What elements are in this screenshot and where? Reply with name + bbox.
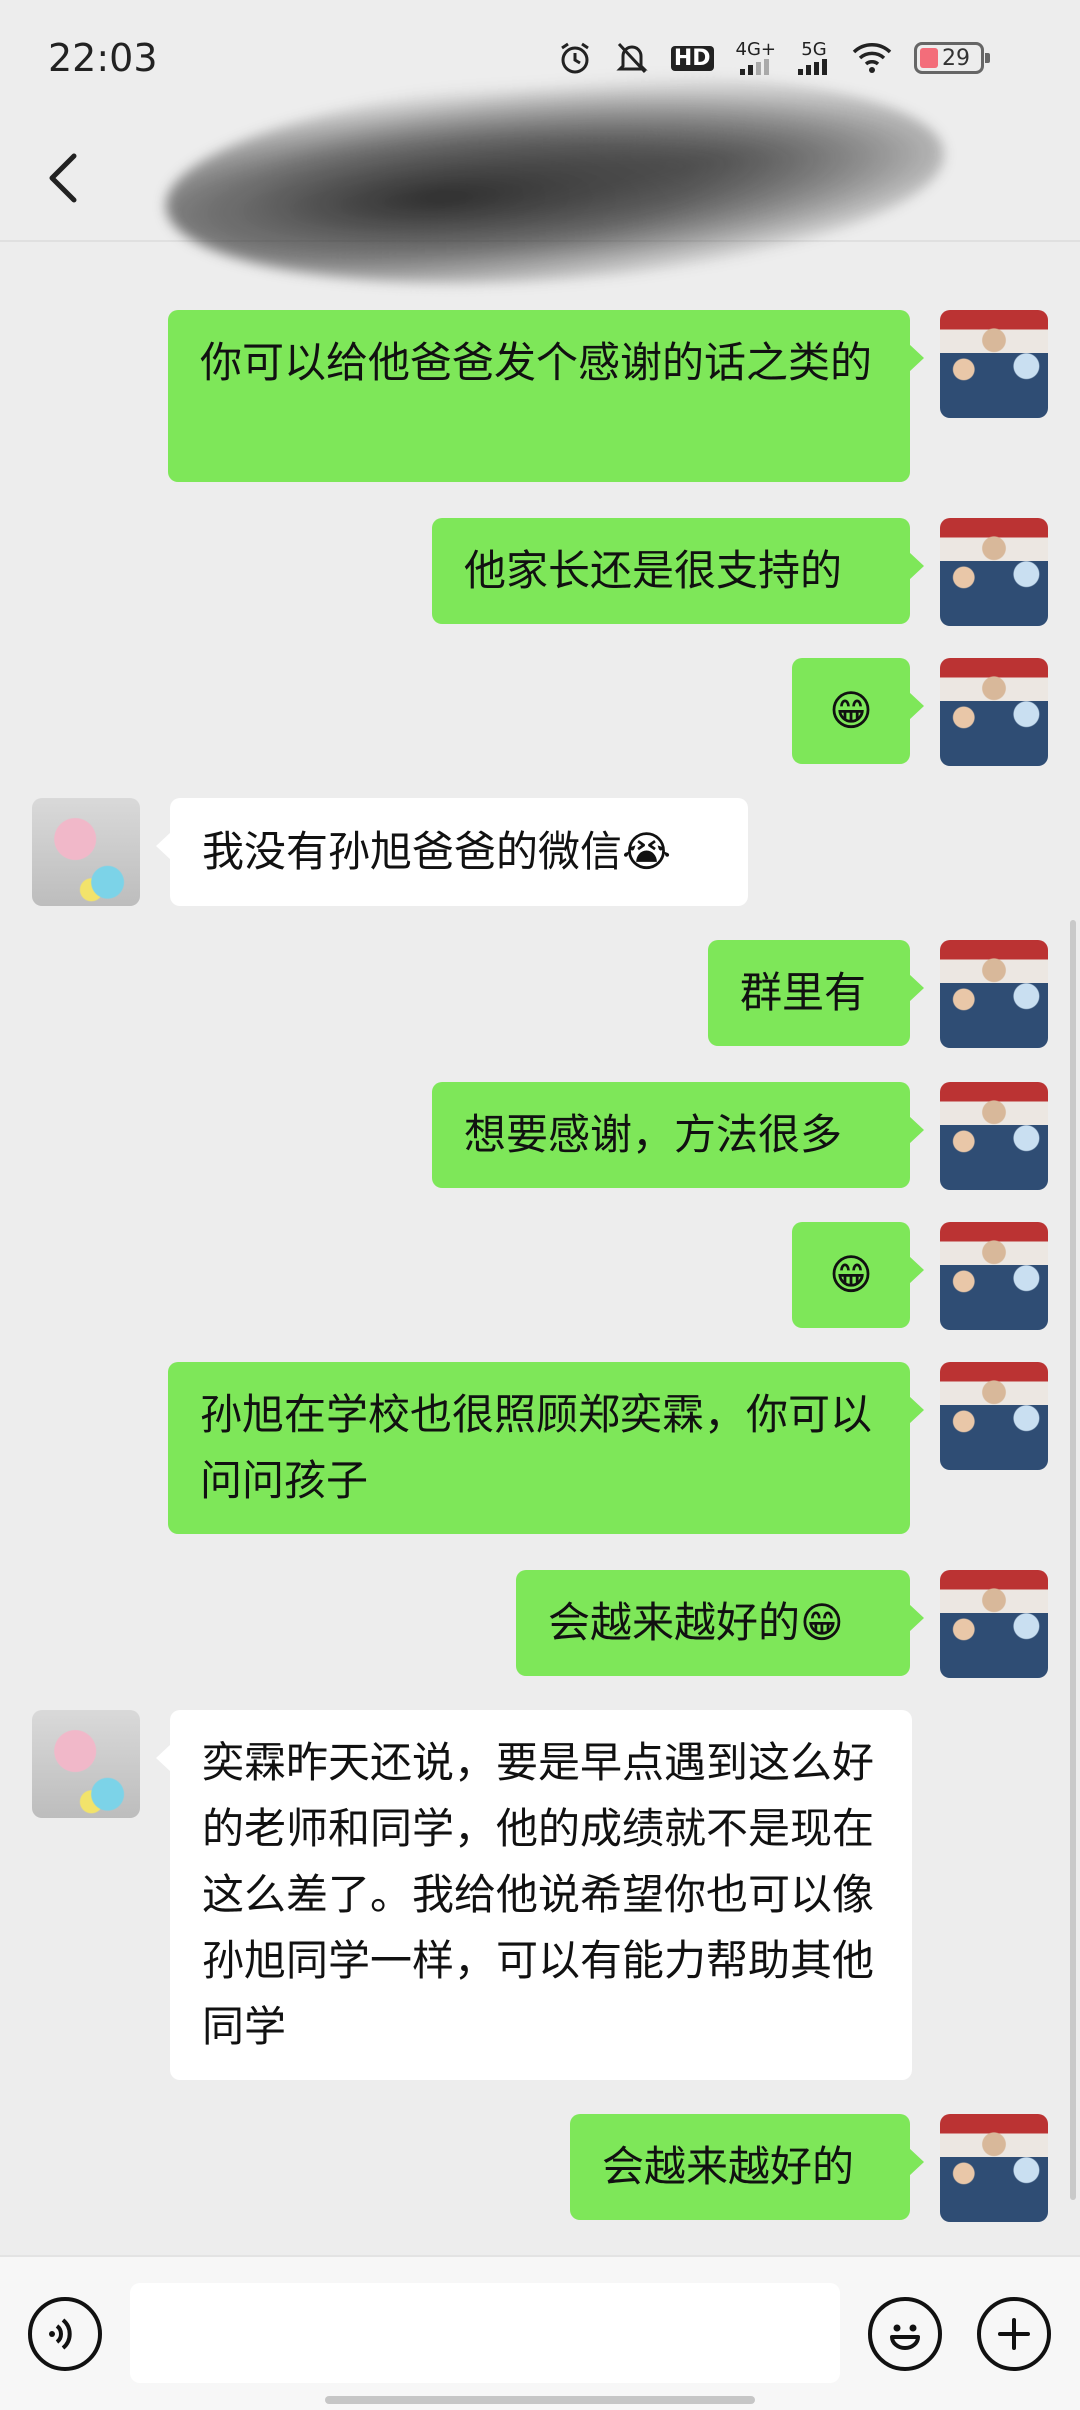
message-bubble[interactable]: 😁 <box>792 658 924 764</box>
signal-5g-icon: 5G <box>798 38 830 78</box>
status-time: 22:03 <box>48 36 158 80</box>
self-avatar[interactable] <box>940 2114 1048 2222</box>
self-avatar[interactable] <box>940 1222 1048 1330</box>
self-avatar[interactable] <box>940 1082 1048 1190</box>
message-bubble[interactable]: 想要感谢，方法很多 <box>432 1082 924 1188</box>
message-bubble[interactable]: 奕霖昨天还说，要是早点遇到这么好的老师和同学，他的成绩就不是现在这么差了。我给他… <box>156 1710 912 2080</box>
message-text: 孙旭在学校也很照顾郑奕霖，你可以问问孩子 <box>200 1390 873 1505</box>
plus-icon[interactable] <box>977 2297 1051 2371</box>
message-bubble[interactable]: 群里有 <box>708 940 924 1046</box>
voice-icon[interactable] <box>28 2297 102 2371</box>
chevron-left-icon[interactable] <box>30 142 100 212</box>
contact-avatar[interactable] <box>32 798 140 906</box>
message-bubble[interactable]: 我没有孙旭爸爸的微信😭 <box>156 798 748 906</box>
wifi-icon <box>852 38 892 78</box>
message-bubble[interactable]: 😁 <box>792 1222 924 1328</box>
message-bubble[interactable]: 你可以给他爸爸发个感谢的话之类的 <box>168 310 924 482</box>
self-avatar[interactable] <box>940 1570 1048 1678</box>
hd-icon: HD <box>670 38 714 78</box>
grinning-emoji: 😁 <box>829 686 873 735</box>
input-bar <box>0 2255 1080 2410</box>
self-avatar[interactable] <box>940 940 1048 1048</box>
scrollbar[interactable] <box>1070 920 1076 2200</box>
home-indicator[interactable] <box>325 2396 755 2404</box>
self-avatar[interactable] <box>940 310 1048 418</box>
message-bubble[interactable]: 孙旭在学校也很照顾郑奕霖，你可以问问孩子 <box>168 1362 924 1534</box>
message-text: 会越来越好的 <box>602 2142 855 2191</box>
mute-bell-icon <box>615 38 649 78</box>
emoji-icon[interactable] <box>868 2297 942 2371</box>
self-avatar[interactable] <box>940 1362 1048 1470</box>
message-text: 他家长还是很支持的 <box>464 546 843 595</box>
message-text: 群里有 <box>740 968 867 1017</box>
message-bubble[interactable]: 会越来越好的 <box>570 2114 924 2220</box>
network-label-4g: 4G+ <box>735 39 776 60</box>
message-text: 会越来越好的😁 <box>548 1598 844 1647</box>
self-avatar[interactable] <box>940 518 1048 626</box>
status-icons: HD 4G+ 5G 29 <box>557 38 990 78</box>
message-bubble[interactable]: 会越来越好的😁 <box>516 1570 924 1676</box>
signal-4g-icon: 4G+ <box>736 38 776 78</box>
message-input[interactable] <box>130 2283 840 2383</box>
self-avatar[interactable] <box>940 658 1048 766</box>
message-text: 我没有孙旭爸爸的微信😭 <box>202 827 672 876</box>
message-text: 你可以给他爸爸发个感谢的话之类的 <box>200 338 873 387</box>
grinning-emoji: 😁 <box>829 1250 873 1299</box>
alarm-icon <box>557 38 593 78</box>
hd-label: HD <box>670 45 714 71</box>
message-bubble[interactable]: 他家长还是很支持的 <box>432 518 924 624</box>
battery-level: 29 <box>942 45 970 71</box>
contact-avatar[interactable] <box>32 1710 140 1818</box>
message-text: 奕霖昨天还说，要是早点遇到这么好的老师和同学，他的成绩就不是现在这么差了。我给他… <box>202 1738 875 2051</box>
battery-icon: 29 <box>914 42 990 74</box>
network-label-5g: 5G <box>801 39 827 60</box>
message-text: 想要感谢，方法很多 <box>464 1110 843 1159</box>
